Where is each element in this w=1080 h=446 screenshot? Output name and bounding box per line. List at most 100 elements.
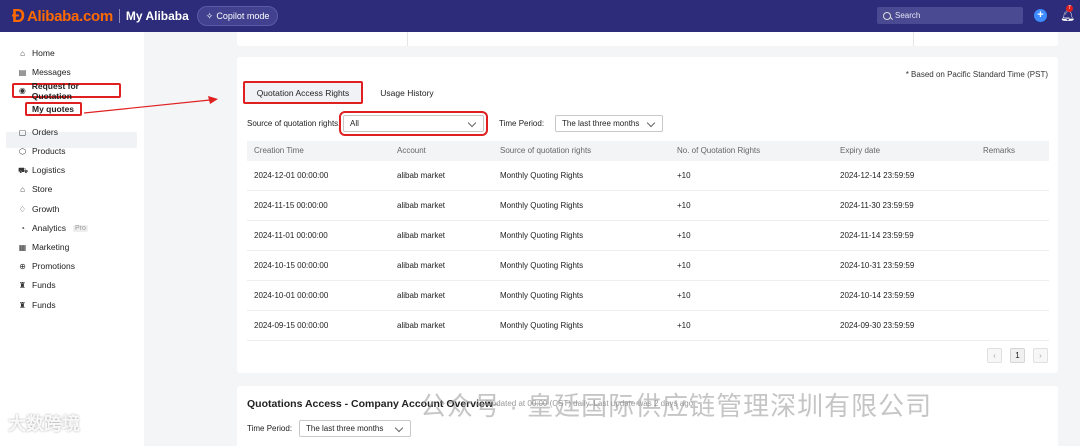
table-cell: 2024-10-14 23:59:59 <box>840 291 915 300</box>
pagination-next-button[interactable]: › <box>1033 348 1048 363</box>
table-cell: +10 <box>677 261 691 270</box>
messages-icon: ▤ <box>18 67 27 77</box>
marketing-icon: ▦ <box>18 242 27 252</box>
timezone-note: * Based on Pacific Standard Time (PST) <box>905 70 1048 79</box>
column-header: Creation Time <box>254 146 304 155</box>
growth-icon: ♢ <box>18 204 27 214</box>
table-cell: 2024-10-01 00:00:00 <box>254 291 329 300</box>
table-cell: Monthly Quoting Rights <box>500 321 584 330</box>
plus-icon[interactable]: + <box>1034 9 1047 22</box>
sidebar-item-label: Funds <box>32 280 56 290</box>
sidebar-item-orders[interactable]: ▢ Orders <box>18 125 58 139</box>
card-divider <box>407 32 408 46</box>
sidebar-item-label: Orders <box>32 127 58 137</box>
sidebar-item-marketing[interactable]: ▦ Marketing <box>18 240 70 254</box>
table-cell: 2024-09-30 23:59:59 <box>840 321 915 330</box>
column-header: Remarks <box>983 146 1016 155</box>
alibaba-logo-text: Alibaba.com <box>27 7 113 25</box>
source-select-value: All <box>350 119 359 128</box>
sidebar-item-store[interactable]: ⌂ Store <box>18 182 52 196</box>
sidebar-item-label: Home <box>32 48 55 58</box>
sidebar-item-label: Products <box>32 146 66 156</box>
tab-usage-history[interactable]: Usage History <box>379 81 435 104</box>
search-box[interactable] <box>877 7 1023 24</box>
table-cell: Monthly Quoting Rights <box>500 231 584 240</box>
copilot-mode-label: Copilot mode <box>216 11 270 21</box>
pro-badge: Pro <box>73 224 88 232</box>
table-cell: +10 <box>677 291 691 300</box>
sidebar-item-label: My quotes <box>32 104 75 114</box>
notification-badge: 7 <box>1066 5 1073 12</box>
home-icon: ⌂ <box>20 48 25 58</box>
pagination-page-1[interactable]: 1 <box>1010 348 1025 363</box>
sidebar-item-label: Store <box>32 184 53 194</box>
table-cell: 2024-11-14 23:59:59 <box>840 231 914 240</box>
table-row: 2024-11-15 00:00:00 alibab market Monthl… <box>247 191 1049 221</box>
time-period-value: The last three months <box>562 119 640 128</box>
pagination-prev-button[interactable]: ‹ <box>987 348 1002 363</box>
table-cell: 2024-11-01 00:00:00 <box>254 231 328 240</box>
logistics-icon: ⛟ <box>18 165 29 175</box>
sidebar-item-label: Marketing <box>32 242 70 252</box>
summary-card <box>237 32 1058 46</box>
quotation-rights-card: * Based on Pacific Standard Time (PST) Q… <box>237 57 1058 373</box>
table-cell: 2024-11-30 23:59:59 <box>840 201 914 210</box>
column-header: Source of quotation rights <box>500 146 592 155</box>
sidebar-item-label: Logistics <box>32 165 66 175</box>
table-cell: +10 <box>677 201 691 210</box>
sidebar-item-growth[interactable]: ♢ Growth <box>18 202 60 216</box>
sidebar-item-label: Growth <box>32 204 60 214</box>
tab-quotation-access-rights[interactable]: Quotation Access Rights <box>243 81 363 104</box>
overview-time-period-select[interactable]: The last three months <box>299 420 411 437</box>
store-icon: ⌂ <box>20 184 25 194</box>
source-select[interactable]: All <box>339 111 488 136</box>
table-cell: alibab market <box>397 231 446 240</box>
sidebar-item-logistics[interactable]: ⛟ Logistics <box>18 163 65 177</box>
table-cell: 2024-12-14 23:59:59 <box>840 171 915 180</box>
table-cell: Monthly Quoting Rights <box>500 171 584 180</box>
copilot-mode-button[interactable]: ✧ Copilot mode <box>196 6 279 26</box>
rfq-icon: ◉ <box>18 86 26 95</box>
table-cell: 2024-12-01 00:00:00 <box>254 171 329 180</box>
page-title[interactable]: My Alibaba <box>126 9 189 23</box>
sidebar-item-products[interactable]: ⬡ Products <box>18 144 66 158</box>
table-cell: alibab market <box>397 321 446 330</box>
chevron-down-icon <box>467 118 477 128</box>
table-cell: +10 <box>677 231 691 240</box>
sidebar-item-analytics[interactable]: ◔ Analytics Pro <box>18 221 88 235</box>
table-cell: 2024-10-15 00:00:00 <box>254 261 329 270</box>
table-cell: 2024-10-31 23:59:59 <box>840 261 915 270</box>
watermark-center: 公众号 · 皇廷国际供应链管理深圳有限公司 <box>420 391 933 421</box>
header-divider <box>118 9 120 23</box>
orders-icon: ▢ <box>18 127 27 137</box>
watermark-left: 大数跨境 <box>8 414 80 434</box>
chevron-down-icon <box>646 118 656 128</box>
alibaba-logo[interactable]: Ɖ Alibaba.com <box>12 7 113 25</box>
card-divider <box>913 32 914 46</box>
sidebar-item-funds[interactable]: ♜ Funds <box>18 278 56 292</box>
search-input[interactable] <box>895 11 1015 20</box>
table-cell: alibab market <box>397 201 446 210</box>
sidebar-item-messages[interactable]: ▤ Messages <box>18 65 71 79</box>
table-cell: Monthly Quoting Rights <box>500 291 584 300</box>
funds-icon: ♜ <box>18 280 27 290</box>
table-row: 2024-10-01 00:00:00 alibab market Monthl… <box>247 281 1049 311</box>
table-header: Creation Time Account Source of quotatio… <box>247 141 1049 161</box>
sidebar-item-funds-2[interactable]: ♜ Funds <box>18 298 56 312</box>
search-icon <box>883 11 891 20</box>
table-cell: alibab market <box>397 171 446 180</box>
sidebar-item-label: Promotions <box>32 261 75 271</box>
column-header: Expiry date <box>840 146 881 155</box>
funds-icon: ♜ <box>18 300 27 310</box>
annotation-arrow <box>84 96 218 114</box>
overview-time-period-value: The last three months <box>306 424 384 433</box>
table-cell: +10 <box>677 171 691 180</box>
sidebar-item-home[interactable]: ⌂ Home <box>18 46 55 60</box>
sidebar-item-my-quotes[interactable]: My quotes <box>25 102 82 116</box>
sidebar-item-label: Analytics <box>32 223 67 233</box>
table-cell: Monthly Quoting Rights <box>500 261 584 270</box>
time-period-select[interactable]: The last three months <box>555 115 663 132</box>
products-icon: ⬡ <box>19 146 26 156</box>
sidebar-item-promotions[interactable]: ⊕ Promotions <box>18 259 75 273</box>
table-row: 2024-12-01 00:00:00 alibab market Monthl… <box>247 161 1049 191</box>
